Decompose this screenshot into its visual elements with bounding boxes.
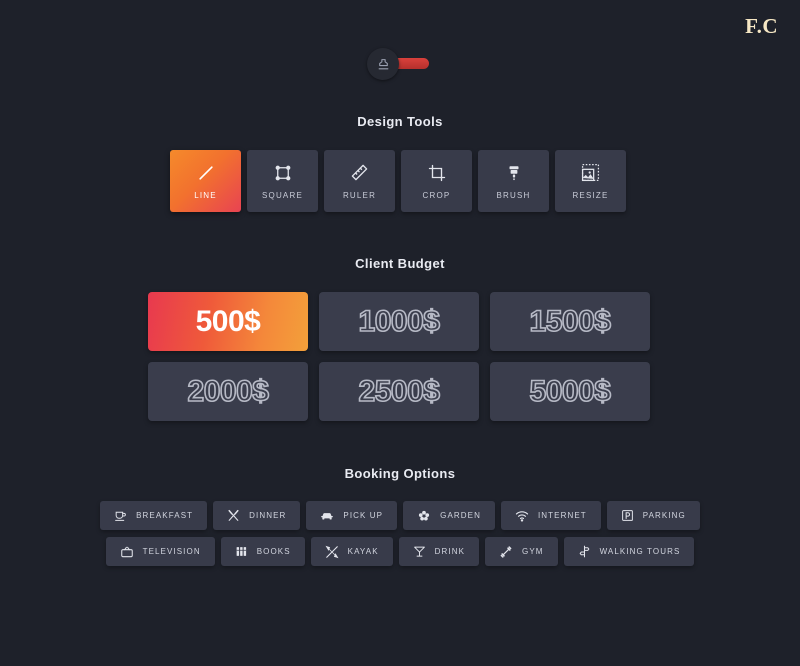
wifi-icon	[515, 509, 529, 523]
cocktail-icon	[413, 545, 426, 558]
design-tools-row: LINE SQUARE RULER CROP BRUSH RESIZE	[170, 150, 626, 212]
resize-image-icon	[581, 163, 600, 183]
fork-knife-icon	[227, 509, 240, 522]
client-budget-grid: 500$ 1000$ 1500$ 2000$ 2500$ 5000$	[148, 292, 650, 421]
tool-label: BRUSH	[496, 190, 531, 200]
brand-logo: F.C	[745, 14, 778, 38]
coffee-cup-icon	[114, 509, 127, 522]
stamp-icon	[377, 58, 390, 71]
booking-chip-label: KAYAK	[347, 547, 379, 556]
app-root: F.C Design Tools LINE SQUARE RULER CROP …	[0, 0, 800, 666]
books-icon	[235, 545, 248, 558]
booking-chip-parking[interactable]: PARKING	[606, 501, 700, 530]
tool-line[interactable]: LINE	[170, 150, 241, 212]
budget-label: 2000$	[187, 374, 270, 409]
budget-option-500[interactable]: 500$	[148, 292, 308, 351]
budget-option-1500[interactable]: 1500$	[490, 292, 650, 351]
booking-chip-kayak[interactable]: KAYAK	[310, 537, 393, 566]
booking-chip-dinner[interactable]: DINNER	[213, 501, 301, 530]
design-tools-title: Design Tools	[357, 114, 443, 129]
theme-toggle[interactable]	[367, 48, 433, 80]
diagonal-line-icon	[196, 163, 216, 183]
toggle-knob[interactable]	[367, 48, 399, 80]
booking-chip-drink[interactable]: DRINK	[398, 537, 480, 566]
toggle-container	[0, 48, 800, 80]
tool-label: SQUARE	[262, 190, 303, 200]
budget-label: 2500$	[358, 374, 441, 409]
booking-chip-walking-tours[interactable]: WALKING TOURS	[563, 537, 695, 566]
booking-chip-label: DRINK	[434, 547, 466, 556]
tool-label: RULER	[342, 190, 377, 200]
signpost-icon	[578, 545, 591, 558]
booking-chip-pickup[interactable]: PICK UP	[306, 501, 398, 530]
booking-chip-label: PARKING	[642, 511, 686, 520]
booking-chip-television[interactable]: TELEVISION	[105, 537, 215, 566]
budget-label: 1000$	[358, 304, 441, 339]
parking-icon	[621, 509, 634, 522]
booking-chip-garden[interactable]: GARDEN	[403, 501, 495, 530]
tool-brush[interactable]: BRUSH	[478, 150, 549, 212]
tool-label: LINE	[194, 190, 217, 200]
booking-chip-label: GARDEN	[440, 511, 481, 520]
booking-row: BREAKFAST DINNER PICK UP GARDEN INTERNET…	[100, 501, 700, 530]
booking-chip-label: GYM	[522, 547, 544, 556]
car-icon	[320, 509, 334, 523]
booking-chip-label: TELEVISION	[142, 547, 201, 556]
tool-ruler[interactable]: RULER	[324, 150, 395, 212]
brush-icon	[505, 163, 523, 183]
budget-label: 1500$	[529, 304, 612, 339]
booking-options-title: Booking Options	[344, 466, 456, 481]
tool-label: CROP	[422, 190, 451, 200]
booking-chip-gym[interactable]: GYM	[485, 537, 558, 566]
tool-square[interactable]: SQUARE	[247, 150, 318, 212]
kayak-icon	[325, 545, 339, 559]
booking-row: TELEVISION BOOKS KAYAK DRINK GYM WALKING…	[105, 537, 695, 566]
booking-chip-label: WALKING TOURS	[599, 547, 681, 556]
client-budget-title: Client Budget	[355, 256, 445, 271]
budget-label: 5000$	[529, 374, 612, 409]
booking-chip-internet[interactable]: INTERNET	[500, 501, 601, 530]
booking-chip-label: PICK UP	[343, 511, 384, 520]
budget-option-2000[interactable]: 2000$	[148, 362, 308, 421]
crop-icon	[428, 163, 446, 183]
budget-label: 500$	[195, 304, 261, 338]
booking-options-rows: BREAKFAST DINNER PICK UP GARDEN INTERNET…	[0, 501, 800, 566]
booking-chip-label: DINNER	[249, 511, 287, 520]
booking-chip-books[interactable]: BOOKS	[220, 537, 305, 566]
flower-icon	[417, 509, 431, 523]
tool-label: RESIZE	[572, 190, 609, 200]
budget-option-1000[interactable]: 1000$	[319, 292, 479, 351]
budget-option-2500[interactable]: 2500$	[319, 362, 479, 421]
booking-chip-label: BREAKFAST	[136, 511, 194, 520]
booking-chip-label: INTERNET	[537, 511, 587, 520]
television-icon	[120, 545, 134, 559]
tool-crop[interactable]: CROP	[401, 150, 472, 212]
budget-option-5000[interactable]: 5000$	[490, 362, 650, 421]
dumbbell-icon	[499, 545, 513, 559]
tool-resize[interactable]: RESIZE	[555, 150, 626, 212]
booking-chip-label: BOOKS	[256, 547, 291, 556]
square-nodes-icon	[274, 163, 292, 183]
booking-chip-breakfast[interactable]: BREAKFAST	[100, 501, 208, 530]
ruler-icon	[350, 163, 369, 183]
